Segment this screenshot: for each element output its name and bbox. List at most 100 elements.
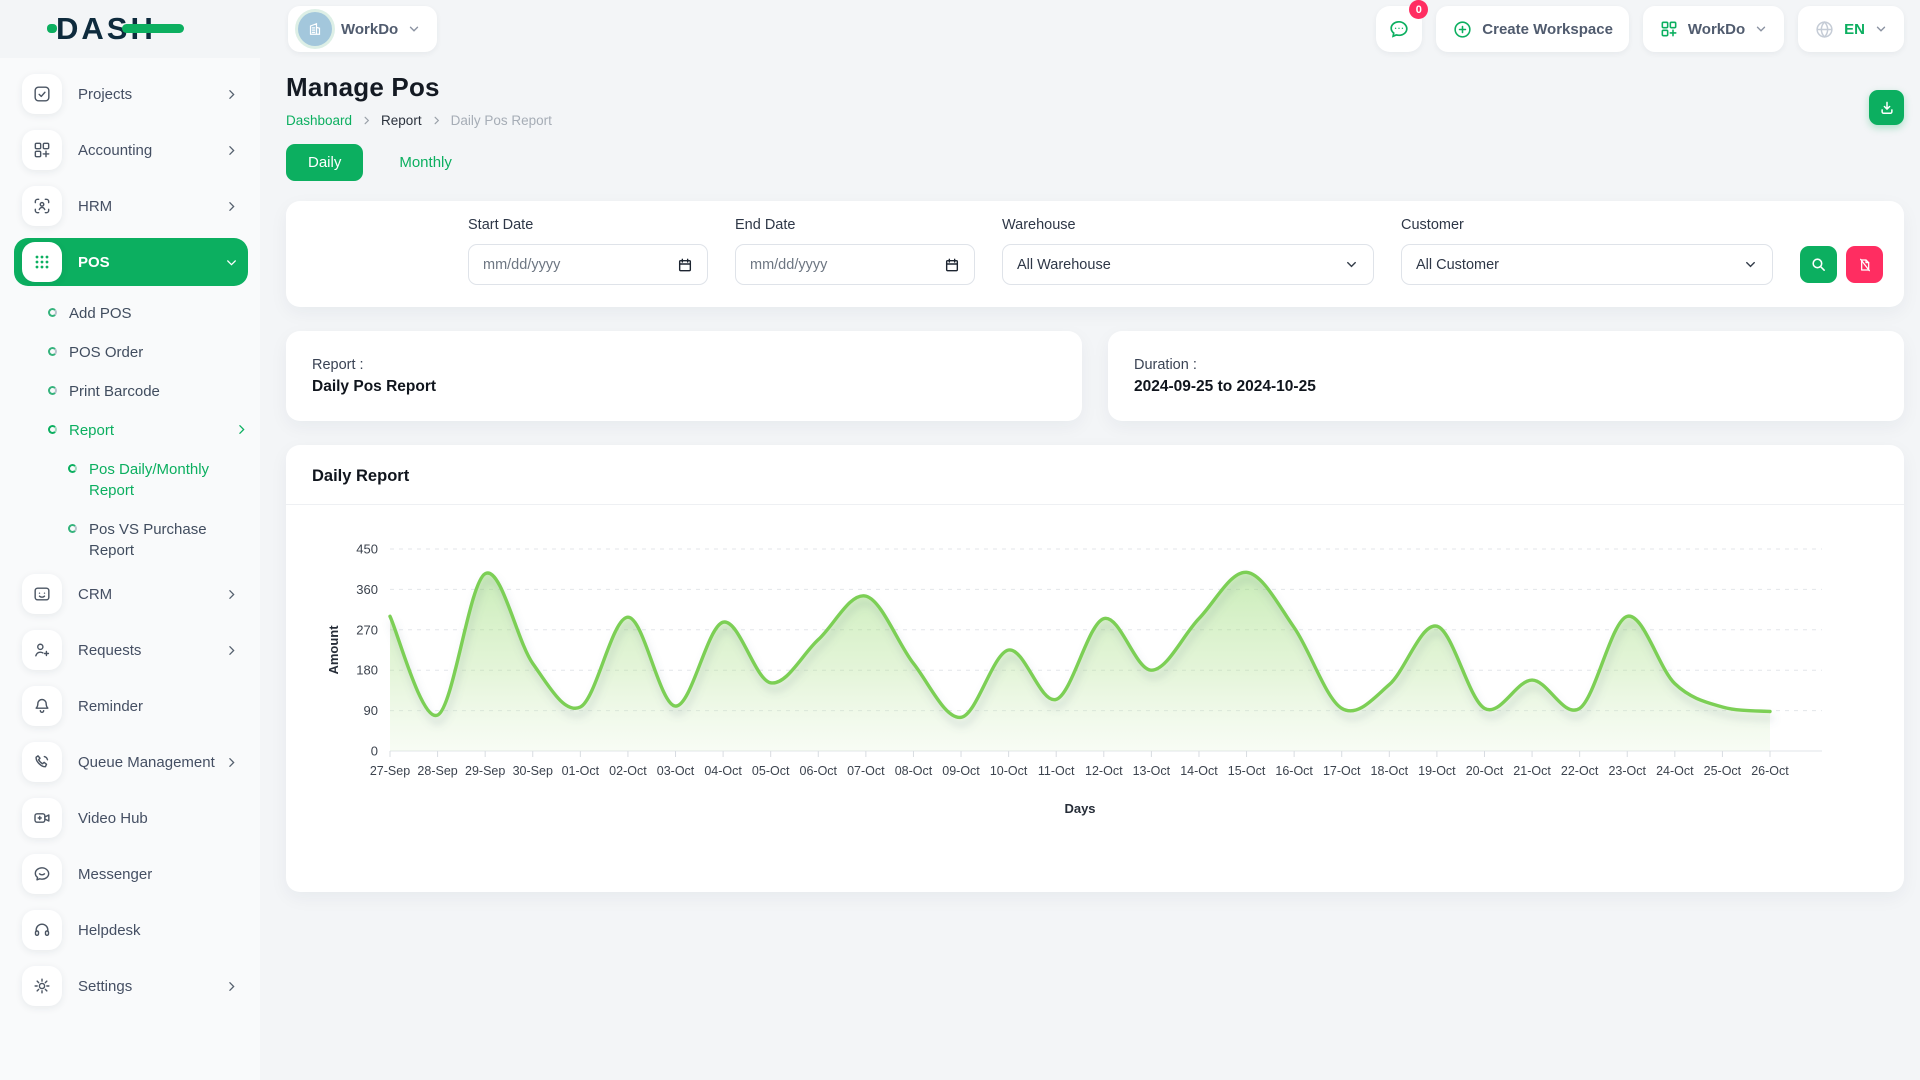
bullet-icon [68,524,77,533]
x-tick-label: 06-Oct [800,764,838,778]
sidebar-item-reminder[interactable]: Reminder [14,682,248,730]
duration-value: 2024-09-25 to 2024-10-25 [1134,378,1878,396]
plus-circle-icon [1452,19,1473,40]
x-tick-label: 12-Oct [1085,764,1123,778]
chat-button[interactable]: 0 [1376,6,1422,52]
chat-badge: 0 [1409,0,1428,19]
sidebar-item-pos-daily-monthly-report[interactable]: Pos Daily/Monthly Report [14,450,248,510]
end-date-input[interactable]: mm/dd/yyyy [735,244,975,285]
chevron-right-icon [225,644,238,657]
customer-select[interactable]: All Customer [1401,244,1773,285]
breadcrumb-report-link[interactable]: Report [381,113,422,128]
reset-filter-button[interactable] [1846,246,1883,283]
x-tick-label: 23-Oct [1608,764,1646,778]
y-tick-label: 90 [364,703,378,718]
x-tick-label: 13-Oct [1133,764,1171,778]
breadcrumb-separator-icon [431,115,442,126]
x-tick-label: 04-Oct [704,764,742,778]
x-tick-label: 20-Oct [1466,764,1504,778]
customer-label: Customer [1401,217,1773,233]
chevron-right-icon [235,423,248,436]
calendar-icon [677,257,693,273]
bullet-icon [68,464,77,473]
bell-icon [32,696,52,716]
start-date-input[interactable]: mm/dd/yyyy [468,244,708,285]
grid-dots-icon [32,252,52,272]
sidebar-item-crm[interactable]: CRM [14,570,248,618]
sidebar-item-pos-order[interactable]: POS Order [14,333,248,372]
sidebar-item-add-pos[interactable]: Add POS [14,294,248,333]
workdo-menu-button[interactable]: WorkDo [1643,6,1784,52]
sidebar-item-pos[interactable]: POS [14,238,248,286]
x-tick-label: 18-Oct [1371,764,1409,778]
sidebar-item-requests[interactable]: Requests [14,626,248,674]
bullet-icon [48,425,57,434]
main-content: Manage Pos Dashboard Report Daily Pos Re… [260,58,1920,1080]
logo-dot [47,24,57,33]
y-tick-label: 450 [356,542,378,557]
y-tick-label: 360 [356,582,378,597]
x-tick-label: 26-Oct [1751,764,1789,778]
download-button[interactable] [1869,90,1904,125]
end-date-label: End Date [735,217,975,233]
chevron-down-icon [225,256,238,269]
check-square-icon [32,84,52,104]
tab-daily[interactable]: Daily [286,144,363,181]
logo-dash-accent [122,24,184,33]
sidebar: Projects Accounting HRM POS Add POS [0,58,260,1080]
file-slash-icon [1857,257,1873,273]
report-value: Daily Pos Report [312,378,1056,396]
topbar: DASH WorkDo 0 Create Workspace [0,0,1920,58]
language-selector[interactable]: EN [1798,6,1904,52]
x-tick-label: 03-Oct [657,764,695,778]
x-tick-label: 08-Oct [895,764,933,778]
logo[interactable]: DASH [0,11,260,47]
x-tick-label: 15-Oct [1228,764,1266,778]
breadcrumb: Dashboard Report Daily Pos Report [286,113,552,128]
search-icon [1810,256,1827,273]
x-tick-label: 05-Oct [752,764,790,778]
x-tick-label: 24-Oct [1656,764,1694,778]
search-button[interactable] [1800,246,1837,283]
grid-plus-icon [1659,19,1679,39]
sidebar-item-print-barcode[interactable]: Print Barcode [14,372,248,411]
y-axis-title: Amount [326,625,341,675]
sidebar-item-queue-management[interactable]: Queue Management [14,738,248,786]
create-workspace-button[interactable]: Create Workspace [1436,6,1629,52]
start-date-label: Start Date [468,217,708,233]
workspace-avatar [298,12,332,46]
warehouse-select[interactable]: All Warehouse [1002,244,1374,285]
chat-bubble-icon [32,864,52,884]
headphones-icon [32,920,52,940]
warehouse-label: Warehouse [1002,217,1374,233]
x-tick-label: 25-Oct [1704,764,1742,778]
sidebar-item-report[interactable]: Report [14,411,248,450]
user-scan-icon [32,196,52,216]
gear-icon [32,976,52,996]
report-mode-tabs: Daily Monthly [286,144,1904,181]
tab-monthly[interactable]: Monthly [377,144,474,181]
sidebar-item-helpdesk[interactable]: Helpdesk [14,906,248,954]
workspace-label: WorkDo [341,21,398,38]
chevron-down-icon [1754,22,1768,36]
sidebar-item-video-hub[interactable]: Video Hub [14,794,248,842]
x-tick-label: 16-Oct [1275,764,1313,778]
sidebar-item-messenger[interactable]: Messenger [14,850,248,898]
x-tick-label: 19-Oct [1418,764,1456,778]
phone-call-icon [32,752,52,772]
crm-icon [32,584,52,604]
x-tick-label: 22-Oct [1561,764,1599,778]
workspace-selector[interactable]: WorkDo [288,6,437,52]
x-axis-title: Days [1064,801,1095,816]
sidebar-item-pos-vs-purchase-report[interactable]: Pos VS Purchase Report [14,510,248,570]
breadcrumb-dashboard-link[interactable]: Dashboard [286,113,352,128]
globe-icon [1814,19,1835,40]
sidebar-item-settings[interactable]: Settings [14,962,248,1010]
x-tick-label: 11-Oct [1038,764,1075,778]
sidebar-item-accounting[interactable]: Accounting [14,126,248,174]
chevron-down-icon [1344,257,1359,272]
breadcrumb-separator-icon [361,115,372,126]
sidebar-item-hrm[interactable]: HRM [14,182,248,230]
chevron-right-icon [225,756,238,769]
sidebar-item-projects[interactable]: Projects [14,70,248,118]
